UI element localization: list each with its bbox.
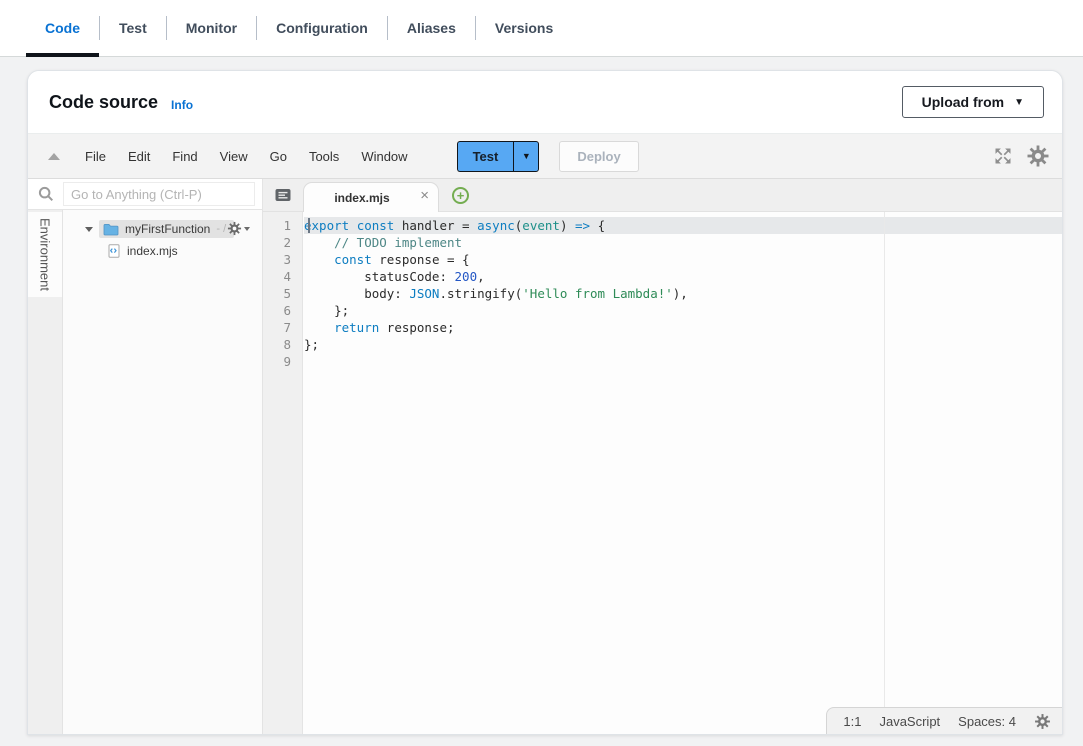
menubar-right-icons (993, 144, 1050, 168)
info-link[interactable]: Info (171, 98, 193, 112)
line-number: 4 (263, 268, 302, 285)
file-name: index.mjs (127, 244, 178, 258)
tab-environment[interactable]: Environment (28, 212, 62, 297)
code-line: statusCode: 200, (304, 268, 1062, 285)
line-number: 2 (263, 234, 302, 251)
page-title: Code source (49, 92, 158, 113)
tree-file-row[interactable]: index.mjs (63, 240, 262, 262)
close-tab-icon[interactable]: × (420, 188, 429, 203)
menu-tools[interactable]: Tools (298, 149, 350, 164)
menubar-items: FileEditFindViewGoToolsWindow (74, 149, 419, 164)
tab-code[interactable]: Code (26, 0, 99, 56)
test-split-button: Test ▼ (457, 141, 540, 172)
editor-status-bar: 1:1 JavaScript Spaces: 4 (826, 707, 1062, 734)
menu-go[interactable]: Go (259, 149, 298, 164)
tree-settings-button[interactable] (227, 221, 250, 236)
tab-versions[interactable]: Versions (476, 0, 572, 56)
folder-name: myFirstFunction (125, 222, 210, 236)
code-line: }; (304, 302, 1062, 319)
gear-icon (227, 221, 242, 236)
upload-from-button[interactable]: Upload from ▼ (902, 86, 1044, 118)
tab-aliases[interactable]: Aliases (388, 0, 475, 56)
menu-window[interactable]: Window (350, 149, 418, 164)
text-cursor (308, 218, 310, 233)
environment-tab-label: Environment (38, 218, 53, 291)
goto-anything-input[interactable] (63, 182, 255, 206)
chevron-down-icon: ▼ (1014, 97, 1024, 108)
language-mode[interactable]: JavaScript (879, 714, 940, 729)
tree-folder-row[interactable]: myFirstFunction - / (63, 218, 262, 240)
line-number: 8 (263, 336, 302, 353)
folder-expanded-caret-icon[interactable] (85, 227, 93, 232)
menu-edit[interactable]: Edit (117, 149, 161, 164)
nav-tabs: CodeTestMonitorConfigurationAliasesVersi… (26, 0, 572, 56)
spaces-setting[interactable]: Spaces: 4 (958, 714, 1016, 729)
search-icon[interactable] (28, 185, 63, 203)
tab-list-icon[interactable] (263, 178, 303, 211)
line-number: 6 (263, 302, 302, 319)
tab-configuration[interactable]: Configuration (257, 0, 387, 56)
line-number-gutter[interactable]: 123456789 (263, 212, 303, 734)
editor-tab-index-mjs[interactable]: index.mjs × (303, 182, 439, 212)
deploy-button[interactable]: Deploy (559, 141, 638, 172)
chevron-down-icon: ▼ (522, 151, 531, 161)
javascript-file-icon (108, 244, 120, 258)
collapse-menubar-icon[interactable] (48, 153, 60, 160)
file-tree-panel: myFirstFunction - / (63, 210, 263, 734)
new-tab-plus-icon[interactable]: + (452, 187, 469, 204)
code-line: body: JSON.stringify('Hello from Lambda!… (304, 285, 1062, 302)
folder-icon (103, 223, 119, 236)
editor-menubar: FileEditFindViewGoToolsWindow Test ▼ Dep… (28, 133, 1062, 179)
line-number: 1 (263, 217, 302, 234)
chevron-down-icon (244, 227, 250, 231)
line-number: 3 (263, 251, 302, 268)
code-line: // TODO implement (304, 234, 1062, 251)
editor-tab-label: index.mjs (334, 191, 389, 205)
test-button[interactable]: Test (457, 141, 514, 172)
line-number: 9 (263, 353, 302, 370)
tab-monitor[interactable]: Monitor (167, 0, 256, 56)
code-source-panel: Code source Info Upload from ▼ FileEditF… (27, 70, 1063, 735)
selected-folder[interactable]: myFirstFunction - / (99, 220, 234, 238)
function-nav-tabs: CodeTestMonitorConfigurationAliasesVersi… (0, 0, 1083, 57)
menu-file[interactable]: File (74, 149, 117, 164)
sidebar-search-row (28, 179, 263, 210)
code-line (304, 353, 1062, 370)
code-line: }; (304, 336, 1062, 353)
upload-from-label: Upload from (922, 94, 1004, 110)
code-line: return response; (304, 319, 1062, 336)
sidebar-tab-strip: Environment (28, 210, 63, 734)
editor-settings-gear-icon[interactable] (1026, 144, 1050, 168)
cursor-position[interactable]: 1:1 (843, 714, 861, 729)
line-number: 7 (263, 319, 302, 336)
code-text[interactable]: export const handler = async(event) => {… (304, 217, 1062, 370)
menu-view[interactable]: View (209, 149, 259, 164)
folder-path-suffix: - / (216, 223, 226, 235)
panel-header: Code source Info Upload from ▼ (28, 71, 1062, 133)
fullscreen-icon[interactable] (993, 146, 1013, 166)
line-number: 5 (263, 285, 302, 302)
editor-tab-bar: index.mjs × + (263, 179, 1062, 212)
code-editor[interactable]: 123456789 export const handler = async(e… (263, 212, 1062, 734)
test-dropdown-button[interactable]: ▼ (513, 141, 539, 172)
code-line: export const handler = async(event) => { (304, 217, 1062, 234)
editor-region: index.mjs × + 123456789 export const han… (263, 179, 1062, 734)
statusbar-gear-icon[interactable] (1034, 713, 1051, 730)
menu-find[interactable]: Find (161, 149, 208, 164)
code-line: const response = { (304, 251, 1062, 268)
tab-test[interactable]: Test (100, 0, 166, 56)
